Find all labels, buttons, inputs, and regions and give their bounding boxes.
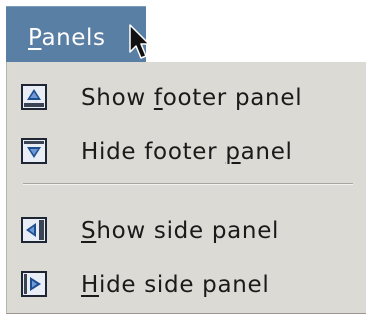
menu-item-label: Hide side panel [81, 272, 270, 298]
mnemonic-letter: p [225, 139, 241, 165]
show-footer-panel-icon [21, 84, 47, 110]
mnemonic-letter: S [81, 218, 97, 244]
hide-footer-panel-icon [21, 138, 47, 164]
mnemonic-letter: P [28, 25, 42, 51]
menu-item-show-side-panel[interactable]: Show side panel [7, 203, 366, 259]
menu-item-show-footer-panel[interactable]: Show footer panel [7, 70, 366, 126]
menu-separator [23, 183, 353, 185]
menu-item-label: Show footer panel [81, 85, 303, 111]
mnemonic-letter: f [153, 85, 163, 111]
mouse-pointer-icon [128, 24, 154, 64]
menu-item-label: Hide footer panel [81, 139, 293, 165]
show-side-panel-icon [21, 217, 47, 243]
screen: Panels Show footer panel Hide footer pan… [0, 0, 366, 315]
menu-item-label: Show side panel [81, 218, 280, 244]
panels-menu: Show footer panel Hide footer panel Show… [6, 62, 366, 314]
menu-item-hide-side-panel[interactable]: Hide side panel [7, 257, 366, 313]
menu-item-hide-footer-panel[interactable]: Hide footer panel [7, 124, 366, 180]
hide-side-panel-icon [21, 271, 47, 297]
menubar-item-label: Panels [28, 25, 106, 51]
menubar-item-panels[interactable]: Panels [6, 6, 146, 65]
mnemonic-letter: H [81, 272, 99, 298]
